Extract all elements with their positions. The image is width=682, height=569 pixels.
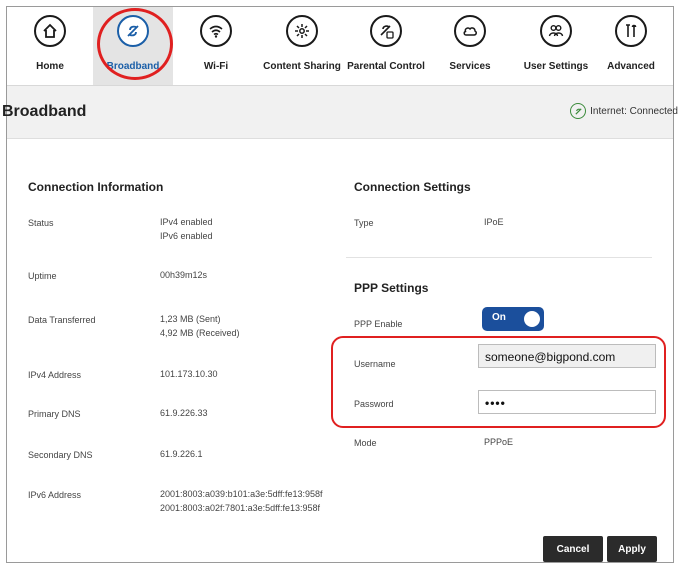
ipv4-address-value: 101.173.10.30 — [160, 369, 218, 379]
internet-status-text: Internet: Connected — [590, 105, 678, 117]
data-transferred-value: 1,23 MB (Sent) 4,92 MB (Received) — [160, 312, 240, 340]
data-received: 4,92 MB (Received) — [160, 328, 240, 338]
mode-label: Mode — [354, 438, 377, 448]
password-field[interactable]: •••• — [478, 390, 656, 414]
type-label: Type — [354, 218, 374, 228]
password-label: Password — [354, 399, 394, 409]
wifi-icon — [200, 15, 232, 47]
uptime-label: Uptime — [28, 271, 57, 281]
home-icon — [34, 15, 66, 47]
status-value: IPv4 enabled IPv6 enabled — [160, 215, 213, 243]
username-field[interactable]: someone@bigpond.com — [478, 344, 656, 368]
user-settings-icon — [540, 15, 572, 47]
uptime-value: 00h39m12s — [160, 270, 208, 280]
connected-icon — [570, 103, 587, 119]
data-sent: 1,23 MB (Sent) — [160, 314, 221, 324]
nav-home[interactable]: Home — [7, 7, 93, 85]
primary-dns-value: 61.9.226.33 — [160, 408, 208, 418]
nav-label: User Settings — [523, 61, 589, 72]
password-value: •••• — [485, 396, 506, 410]
ipv6-address-value: 2001:8003:a039:b101:a3e:5dff:fe13:958f 2… — [160, 487, 323, 515]
top-navigation: Home Broadband Wi-Fi Content Sharing Par… — [7, 7, 673, 86]
ipv4-address-label: IPv4 Address — [28, 370, 82, 380]
data-transferred-label: Data Transferred — [28, 315, 96, 325]
toggle-knob — [524, 311, 540, 327]
ipv6-address-1: 2001:8003:a039:b101:a3e:5dff:fe13:958f — [160, 489, 323, 499]
cancel-button[interactable]: Cancel — [543, 536, 603, 562]
apply-button[interactable]: Apply — [607, 536, 657, 562]
toggle-state-label: On — [492, 312, 506, 323]
ppp-enable-label: PPP Enable — [354, 319, 403, 329]
secondary-dns-value: 61.9.226.1 — [160, 449, 203, 459]
nav-advanced[interactable]: Advanced — [599, 7, 663, 85]
section-divider — [346, 257, 652, 258]
type-value: IPoE — [484, 217, 504, 227]
nav-label: Wi-Fi — [203, 61, 229, 72]
nav-broadband[interactable]: Broadband — [93, 7, 173, 85]
services-icon — [454, 15, 486, 47]
connection-information-title: Connection Information — [28, 180, 164, 194]
nav-parental-control[interactable]: Parental Control — [345, 7, 427, 85]
internet-status: Internet: Connected — [570, 103, 678, 119]
nav-wifi[interactable]: Wi-Fi — [173, 7, 259, 85]
page-title: Broadband — [2, 103, 87, 120]
username-value: someone@bigpond.com — [485, 350, 616, 364]
ppp-settings-title: PPP Settings — [354, 281, 429, 295]
ipv4-status: IPv4 enabled — [160, 217, 213, 227]
ipv6-address-2: 2001:8003:a02f:7801:a3e:5dff:fe13:958f — [160, 503, 320, 513]
parental-control-icon — [370, 15, 402, 47]
ppp-enable-toggle[interactable]: On — [482, 307, 544, 331]
nav-label: Advanced — [607, 61, 655, 72]
ipv6-address-label: IPv6 Address — [28, 490, 82, 500]
nav-label: Content Sharing — [263, 61, 341, 72]
nav-label: Services — [449, 61, 491, 72]
primary-dns-label: Primary DNS — [28, 409, 81, 419]
nav-services[interactable]: Services — [427, 7, 513, 85]
router-admin-window: Home Broadband Wi-Fi Content Sharing Par… — [6, 6, 674, 563]
ipv6-status: IPv6 enabled — [160, 231, 213, 241]
connection-settings-title: Connection Settings — [354, 180, 471, 194]
broadband-icon — [117, 15, 149, 47]
advanced-icon — [615, 15, 647, 47]
content-sharing-icon — [286, 15, 318, 47]
username-label: Username — [354, 359, 396, 369]
nav-label: Home — [36, 61, 64, 72]
nav-label: Broadband — [106, 61, 160, 72]
nav-content-sharing[interactable]: Content Sharing — [259, 7, 345, 85]
secondary-dns-label: Secondary DNS — [28, 450, 93, 460]
nav-user-settings[interactable]: User Settings — [513, 7, 599, 85]
mode-value: PPPoE — [484, 437, 514, 447]
nav-label: Parental Control — [347, 61, 425, 72]
status-label: Status — [28, 218, 54, 228]
